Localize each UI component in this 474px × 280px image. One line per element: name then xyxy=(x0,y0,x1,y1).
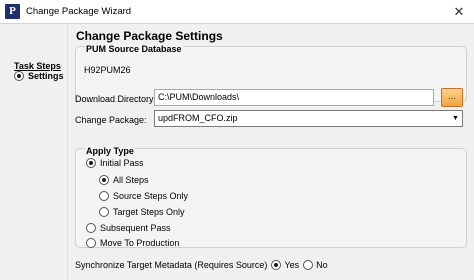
settings-panel: Change Package Settings PUM Source Datab… xyxy=(68,24,474,280)
move-to-production-radio[interactable] xyxy=(86,238,96,248)
task-steps-heading: Task Steps xyxy=(14,61,61,71)
source-steps-only-radio[interactable] xyxy=(99,191,109,201)
option-target-steps-only[interactable]: Target Steps Only xyxy=(99,207,185,217)
change-package-value: updFROM_CFO.zip xyxy=(158,113,238,123)
subsequent-pass-label: Subsequent Pass xyxy=(100,223,171,233)
move-to-production-label: Move To Production xyxy=(100,238,180,248)
option-initial-pass[interactable]: Initial Pass xyxy=(86,158,144,168)
chevron-down-icon[interactable]: ▼ xyxy=(449,111,462,126)
sync-no-radio[interactable] xyxy=(303,260,314,270)
sync-metadata-label: Synchronize Target Metadata (Requires So… xyxy=(75,260,268,270)
sync-no-label: No xyxy=(316,260,328,270)
step-settings-label: Settings xyxy=(28,71,64,81)
sync-yes-label: Yes xyxy=(284,260,300,270)
browse-button[interactable]: ... xyxy=(441,88,463,107)
window-title: Change Package Wizard xyxy=(26,6,132,17)
initial-pass-label: Initial Pass xyxy=(100,158,144,168)
option-source-steps-only[interactable]: Source Steps Only xyxy=(99,191,188,201)
target-steps-only-radio[interactable] xyxy=(99,207,109,217)
target-steps-only-label: Target Steps Only xyxy=(113,207,185,217)
step-settings-radio[interactable] xyxy=(14,71,24,81)
option-move-to-production[interactable]: Move To Production xyxy=(86,238,179,248)
app-icon: P xyxy=(5,4,20,19)
step-settings[interactable]: Settings xyxy=(14,71,64,81)
source-steps-only-label: Source Steps Only xyxy=(113,191,189,201)
pum-source-legend: PUM Source Database xyxy=(85,44,183,54)
task-steps-panel: Task Steps Settings xyxy=(0,24,68,280)
all-steps-label: All Steps xyxy=(113,175,149,185)
subsequent-pass-radio[interactable] xyxy=(86,223,96,233)
download-directory-label: Download Directory: xyxy=(75,94,157,104)
pum-source-value: H92PUM26 xyxy=(84,65,131,75)
initial-pass-radio[interactable] xyxy=(86,158,96,168)
page-title: Change Package Settings xyxy=(76,29,223,43)
apply-type-legend: Apply Type xyxy=(85,146,135,156)
sync-metadata-row: Synchronize Target Metadata (Requires So… xyxy=(75,260,328,270)
apply-type-group: Apply Type Initial Pass All Steps Source… xyxy=(75,146,467,248)
all-steps-radio[interactable] xyxy=(99,175,109,185)
option-subsequent-pass[interactable]: Subsequent Pass xyxy=(86,223,171,233)
close-button[interactable]: ✕ xyxy=(444,0,474,24)
sync-yes-radio[interactable] xyxy=(271,260,282,270)
change-package-select[interactable]: updFROM_CFO.zip ▼ xyxy=(154,110,463,127)
download-directory-input[interactable]: C:\PUM\Downloads\ xyxy=(154,89,434,106)
change-package-label: Change Package: xyxy=(75,115,147,125)
option-all-steps[interactable]: All Steps xyxy=(99,175,149,185)
title-bar: P Change Package Wizard ✕ xyxy=(0,0,474,24)
